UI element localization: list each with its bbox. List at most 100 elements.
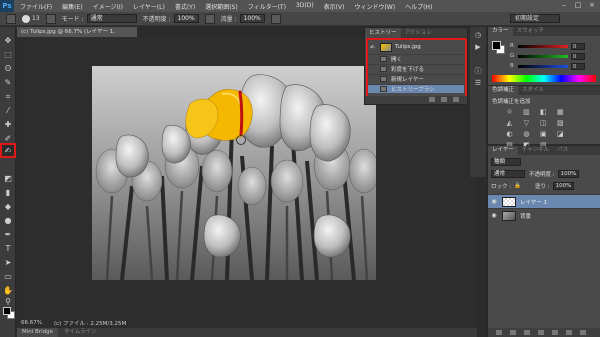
- new-document-from-state-icon[interactable]: [429, 97, 435, 102]
- lock-icon[interactable]: 🔒: [514, 183, 521, 189]
- levels-icon[interactable]: ▥: [522, 108, 531, 117]
- menu-3d[interactable]: 3D(D): [296, 2, 314, 11]
- vibrance-icon[interactable]: ◭: [505, 119, 514, 128]
- layer-row[interactable]: ◉ 背景: [488, 208, 600, 222]
- move-tool[interactable]: ✥: [2, 35, 14, 46]
- red-slider[interactable]: R 0: [510, 42, 588, 50]
- fill-input[interactable]: 100%: [552, 181, 575, 190]
- new-group-icon[interactable]: [552, 330, 558, 335]
- green-slider[interactable]: G 0: [510, 52, 588, 60]
- brush-tool[interactable]: ✐: [2, 133, 14, 144]
- color-lookup-icon[interactable]: ▣: [539, 130, 548, 139]
- airbrush-toggle[interactable]: [270, 13, 281, 24]
- color-spectrum[interactable]: [492, 75, 596, 82]
- adjustment-layer-icon[interactable]: [538, 330, 544, 335]
- document-tab[interactable]: (c) Tulips.jpg @ 66.7% (レイヤー 1, RGB/8#) …: [17, 27, 137, 45]
- red-gradient[interactable]: [518, 44, 568, 48]
- blur-tool[interactable]: ◆: [2, 201, 14, 212]
- eyedropper-tool[interactable]: ⁄: [2, 105, 14, 116]
- layer-style-icon[interactable]: [510, 330, 516, 335]
- info-panel-icon[interactable]: ⓘ: [473, 67, 483, 76]
- tab-timeline[interactable]: タイムライン: [58, 328, 102, 337]
- layer-opacity-input[interactable]: 100%: [557, 169, 580, 178]
- tab-paths[interactable]: パス: [553, 146, 572, 155]
- menu-file[interactable]: ファイル(F): [20, 2, 52, 11]
- tab-styles[interactable]: スタイル: [518, 86, 548, 95]
- color-balance-icon[interactable]: ◫: [539, 119, 548, 128]
- menu-layer[interactable]: レイヤー(L): [133, 2, 165, 11]
- menu-type[interactable]: 書式(Y): [175, 2, 195, 11]
- green-value[interactable]: 0: [571, 52, 585, 60]
- foreground-color-swatch[interactable]: [3, 307, 11, 315]
- layer-kind-filter[interactable]: 種類: [491, 157, 521, 166]
- exposure-icon[interactable]: ▦: [556, 108, 565, 117]
- black-white-icon[interactable]: ▨: [556, 119, 565, 128]
- blue-value[interactable]: 0: [571, 62, 585, 70]
- hue-saturation-icon[interactable]: ▽: [522, 119, 531, 128]
- photo-filter-icon[interactable]: ◐: [505, 130, 514, 139]
- blend-mode-select[interactable]: 通常: [491, 169, 525, 178]
- link-layers-icon[interactable]: [496, 330, 502, 335]
- tab-mini-bridge[interactable]: Mini Bridge: [17, 328, 58, 337]
- add-mask-icon[interactable]: [524, 330, 530, 335]
- invert-icon[interactable]: ◪: [556, 130, 565, 139]
- pen-tool[interactable]: ✒: [2, 229, 14, 240]
- menu-select[interactable]: 選択範囲(S): [205, 2, 238, 11]
- opacity-input[interactable]: 100%: [173, 14, 199, 23]
- tab-channels[interactable]: チャンネル: [518, 146, 553, 155]
- history-panel-icon[interactable]: ◷: [473, 31, 483, 40]
- brush-panel-toggle[interactable]: [45, 13, 56, 24]
- menu-window[interactable]: ウィンドウ(W): [354, 2, 395, 11]
- actions-panel-icon[interactable]: ▶: [473, 43, 483, 52]
- blue-slider[interactable]: B 0: [510, 62, 588, 70]
- tool-preset-picker[interactable]: [6, 13, 16, 24]
- green-gradient[interactable]: [518, 54, 568, 58]
- hand-tool[interactable]: ✋: [2, 285, 14, 296]
- pressure-opacity-toggle[interactable]: [204, 13, 215, 24]
- panel-foreground-swatch[interactable]: [492, 41, 501, 50]
- dodge-tool[interactable]: ●: [2, 215, 14, 226]
- mode-select[interactable]: 通常: [86, 14, 137, 23]
- delete-layer-icon[interactable]: [580, 330, 586, 335]
- zoom-level[interactable]: 66.67%: [21, 320, 42, 326]
- tab-actions[interactable]: アクション: [401, 28, 436, 38]
- workspace-select[interactable]: 初期設定: [510, 14, 560, 23]
- menu-help[interactable]: ヘルプ(H): [405, 2, 432, 11]
- lasso-tool[interactable]: ʘ: [2, 63, 14, 74]
- eye-icon[interactable]: ◉: [488, 198, 500, 205]
- minimize-button[interactable]: –: [558, 1, 570, 10]
- gradient-tool[interactable]: ▮: [2, 187, 14, 198]
- close-button[interactable]: ×: [586, 1, 598, 10]
- curves-icon[interactable]: ◧: [539, 108, 548, 117]
- blue-gradient[interactable]: [518, 64, 568, 68]
- trash-icon[interactable]: [453, 97, 459, 102]
- tulips-image[interactable]: [92, 66, 376, 280]
- new-snapshot-icon[interactable]: [441, 97, 447, 102]
- new-layer-icon[interactable]: [566, 330, 572, 335]
- layer-row-selected[interactable]: ◉ レイヤー 1: [488, 194, 600, 208]
- menu-image[interactable]: イメージ(I): [93, 2, 123, 11]
- tab-swatches[interactable]: スウォッチ: [513, 27, 549, 36]
- quick-select-tool[interactable]: ✎: [2, 77, 14, 88]
- brush-size-picker[interactable]: 13: [22, 14, 40, 23]
- crop-tool[interactable]: ⌗: [2, 91, 14, 102]
- tab-adjustments[interactable]: 色調補正: [488, 86, 519, 95]
- path-select-tool[interactable]: ➤: [2, 257, 14, 268]
- brightness-icon[interactable]: ☼: [505, 108, 514, 117]
- file-info[interactable]: (c) ファイル : 2.25M/3.25M: [54, 319, 126, 327]
- tab-history[interactable]: ヒストリー: [365, 28, 401, 38]
- flow-input[interactable]: 100%: [239, 14, 265, 23]
- channel-mixer-icon[interactable]: ◍: [522, 130, 531, 139]
- red-value[interactable]: 0: [571, 42, 585, 50]
- menu-view[interactable]: 表示(V): [324, 2, 345, 11]
- menu-edit[interactable]: 編集(E): [62, 2, 82, 11]
- eraser-tool[interactable]: ◩: [2, 173, 14, 184]
- type-tool[interactable]: T: [2, 243, 14, 254]
- tab-layers[interactable]: レイヤー: [488, 146, 518, 155]
- tab-color[interactable]: カラー: [488, 27, 513, 36]
- healing-brush-tool[interactable]: ✚: [2, 119, 14, 130]
- maximize-button[interactable]: □: [572, 1, 584, 10]
- shape-tool[interactable]: ▭: [2, 271, 14, 282]
- zoom-tool[interactable]: ⚲: [2, 296, 14, 307]
- properties-panel-icon[interactable]: ☰: [473, 79, 483, 88]
